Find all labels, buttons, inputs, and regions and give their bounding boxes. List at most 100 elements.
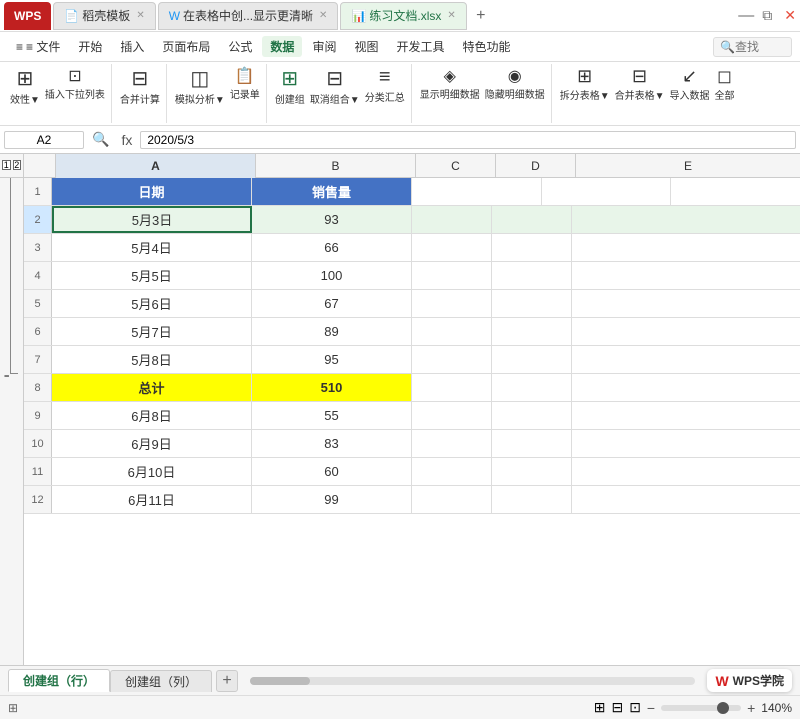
cell-D5[interactable] [492, 290, 572, 317]
menu-home[interactable]: 开始 [70, 36, 110, 57]
cell-reference-input[interactable] [4, 131, 84, 149]
cell-C5[interactable] [412, 290, 492, 317]
cell-A4[interactable]: 5月5日 [52, 262, 252, 289]
cell-D3[interactable] [492, 234, 572, 261]
cell-E12[interactable] [572, 486, 800, 513]
cell-D2[interactable] [492, 206, 572, 233]
window-minimize[interactable]: — [738, 7, 754, 25]
cell-E4[interactable] [572, 262, 800, 289]
menu-data[interactable]: 数据 [262, 36, 302, 57]
cell-A6[interactable]: 5月7日 [52, 318, 252, 345]
menu-review[interactable]: 审阅 [304, 36, 344, 57]
menu-layout[interactable]: 页面布局 [154, 36, 218, 57]
cancel-group-btn[interactable]: ⊟ 取消组合▼ [308, 64, 362, 123]
view-layout-icon[interactable]: ⊟ [611, 699, 623, 716]
col-header-B[interactable]: B [256, 154, 416, 178]
sheet-tab-row[interactable]: 创建组（行） [8, 669, 110, 692]
cell-C10[interactable] [412, 430, 492, 457]
zoom-slider[interactable] [661, 705, 741, 711]
col-header-A[interactable]: A [56, 154, 256, 178]
view-page-icon[interactable]: ⊡ [629, 699, 641, 716]
col-header-D[interactable]: D [496, 154, 576, 178]
all-btn[interactable]: ◻ 全部 [713, 64, 737, 123]
cell-D9[interactable] [492, 402, 572, 429]
collapse-btn-1[interactable]: − [4, 368, 9, 382]
tab-template[interactable]: 📄 稻壳模板 ✕ [53, 2, 155, 30]
search-box[interactable]: 🔍 [713, 37, 792, 57]
cell-C2[interactable] [412, 206, 492, 233]
cell-E10[interactable] [572, 430, 800, 457]
cell-A10[interactable]: 6月9日 [52, 430, 252, 457]
cell-A3[interactable]: 5月4日 [52, 234, 252, 261]
cell-E2[interactable] [572, 206, 800, 233]
col-header-E[interactable]: E [576, 154, 800, 178]
cell-E3[interactable] [572, 234, 800, 261]
cell-B6[interactable]: 89 [252, 318, 412, 345]
add-sheet-button[interactable]: + [216, 670, 238, 692]
cell-E5[interactable] [572, 290, 800, 317]
cell-A11[interactable]: 6月10日 [52, 458, 252, 485]
outline-level-1[interactable]: 1 [2, 160, 11, 170]
search-input[interactable] [735, 40, 785, 54]
zoom-out-btn[interactable]: − [647, 700, 655, 716]
cell-C11[interactable] [412, 458, 492, 485]
zoom-in-btn[interactable]: + [747, 700, 755, 716]
tab-wps[interactable]: WPS [4, 2, 51, 30]
hide-detail-btn[interactable]: ◉ 隐藏明细数据 [483, 64, 547, 123]
tab-close-display[interactable]: ✕ [319, 10, 327, 21]
cell-B8[interactable]: 510 [252, 374, 412, 401]
cell-C7[interactable] [412, 346, 492, 373]
split-table-btn[interactable]: ⊞ 拆分表格▼ [558, 64, 612, 123]
cell-C1[interactable] [412, 178, 542, 205]
validity-btn[interactable]: ⊞ 效性▼ [8, 64, 42, 123]
cell-C8[interactable] [412, 374, 492, 401]
cell-C9[interactable] [412, 402, 492, 429]
cell-B3[interactable]: 66 [252, 234, 412, 261]
cell-A1[interactable]: 日期 [52, 178, 252, 205]
cell-D8[interactable] [492, 374, 572, 401]
cell-C12[interactable] [412, 486, 492, 513]
cell-D1[interactable] [542, 178, 672, 205]
cell-B4[interactable]: 100 [252, 262, 412, 289]
cell-B2[interactable]: 93 [252, 206, 412, 233]
cell-B5[interactable]: 67 [252, 290, 412, 317]
formula-input[interactable] [140, 131, 796, 149]
import-data-btn[interactable]: ↙ 导入数据 [668, 64, 712, 123]
sheet-tab-col[interactable]: 创建组（列） [110, 670, 212, 692]
cell-D11[interactable] [492, 458, 572, 485]
show-detail-btn[interactable]: ◈ 显示明细数据 [418, 64, 482, 123]
record-btn[interactable]: 📋 记录单 [228, 64, 262, 123]
view-normal-icon[interactable]: ⊞ [594, 699, 606, 716]
cell-D7[interactable] [492, 346, 572, 373]
cell-B10[interactable]: 83 [252, 430, 412, 457]
menu-insert[interactable]: 插入 [112, 36, 152, 57]
cell-B7[interactable]: 95 [252, 346, 412, 373]
menu-special[interactable]: 特色功能 [454, 36, 518, 57]
cell-C4[interactable] [412, 262, 492, 289]
cell-E6[interactable] [572, 318, 800, 345]
cell-E8[interactable] [572, 374, 800, 401]
insert-dropdown-btn[interactable]: ⊡ 插入下拉列表 [43, 64, 107, 123]
menu-devtools[interactable]: 开发工具 [388, 36, 452, 57]
cell-E7[interactable] [572, 346, 800, 373]
menu-file[interactable]: ≡ ≡ 文件 [8, 36, 68, 57]
cell-A2[interactable]: 5月3日 [52, 206, 252, 233]
cell-A7[interactable]: 5月8日 [52, 346, 252, 373]
cell-A12[interactable]: 6月11日 [52, 486, 252, 513]
cell-B1[interactable]: 销售量 [252, 178, 412, 205]
cell-E9[interactable] [572, 402, 800, 429]
menu-view[interactable]: 视图 [346, 36, 386, 57]
cell-B9[interactable]: 55 [252, 402, 412, 429]
window-restore[interactable]: ⧉ [762, 7, 772, 24]
col-header-C[interactable]: C [416, 154, 496, 178]
cell-E11[interactable] [572, 458, 800, 485]
merge-calc-btn[interactable]: ⊟ 合并计算 [118, 64, 162, 123]
tab-display[interactable]: W 在表格中创...显示更清晰 ✕ [158, 2, 339, 30]
cell-B12[interactable]: 99 [252, 486, 412, 513]
horizontal-scrollbar[interactable] [250, 677, 695, 685]
cell-E1[interactable] [671, 178, 800, 205]
create-group-btn[interactable]: ⊞ 创建组 [273, 64, 307, 123]
menu-formula[interactable]: 公式 [220, 36, 260, 57]
cell-D12[interactable] [492, 486, 572, 513]
window-close[interactable]: ✕ [784, 7, 796, 24]
